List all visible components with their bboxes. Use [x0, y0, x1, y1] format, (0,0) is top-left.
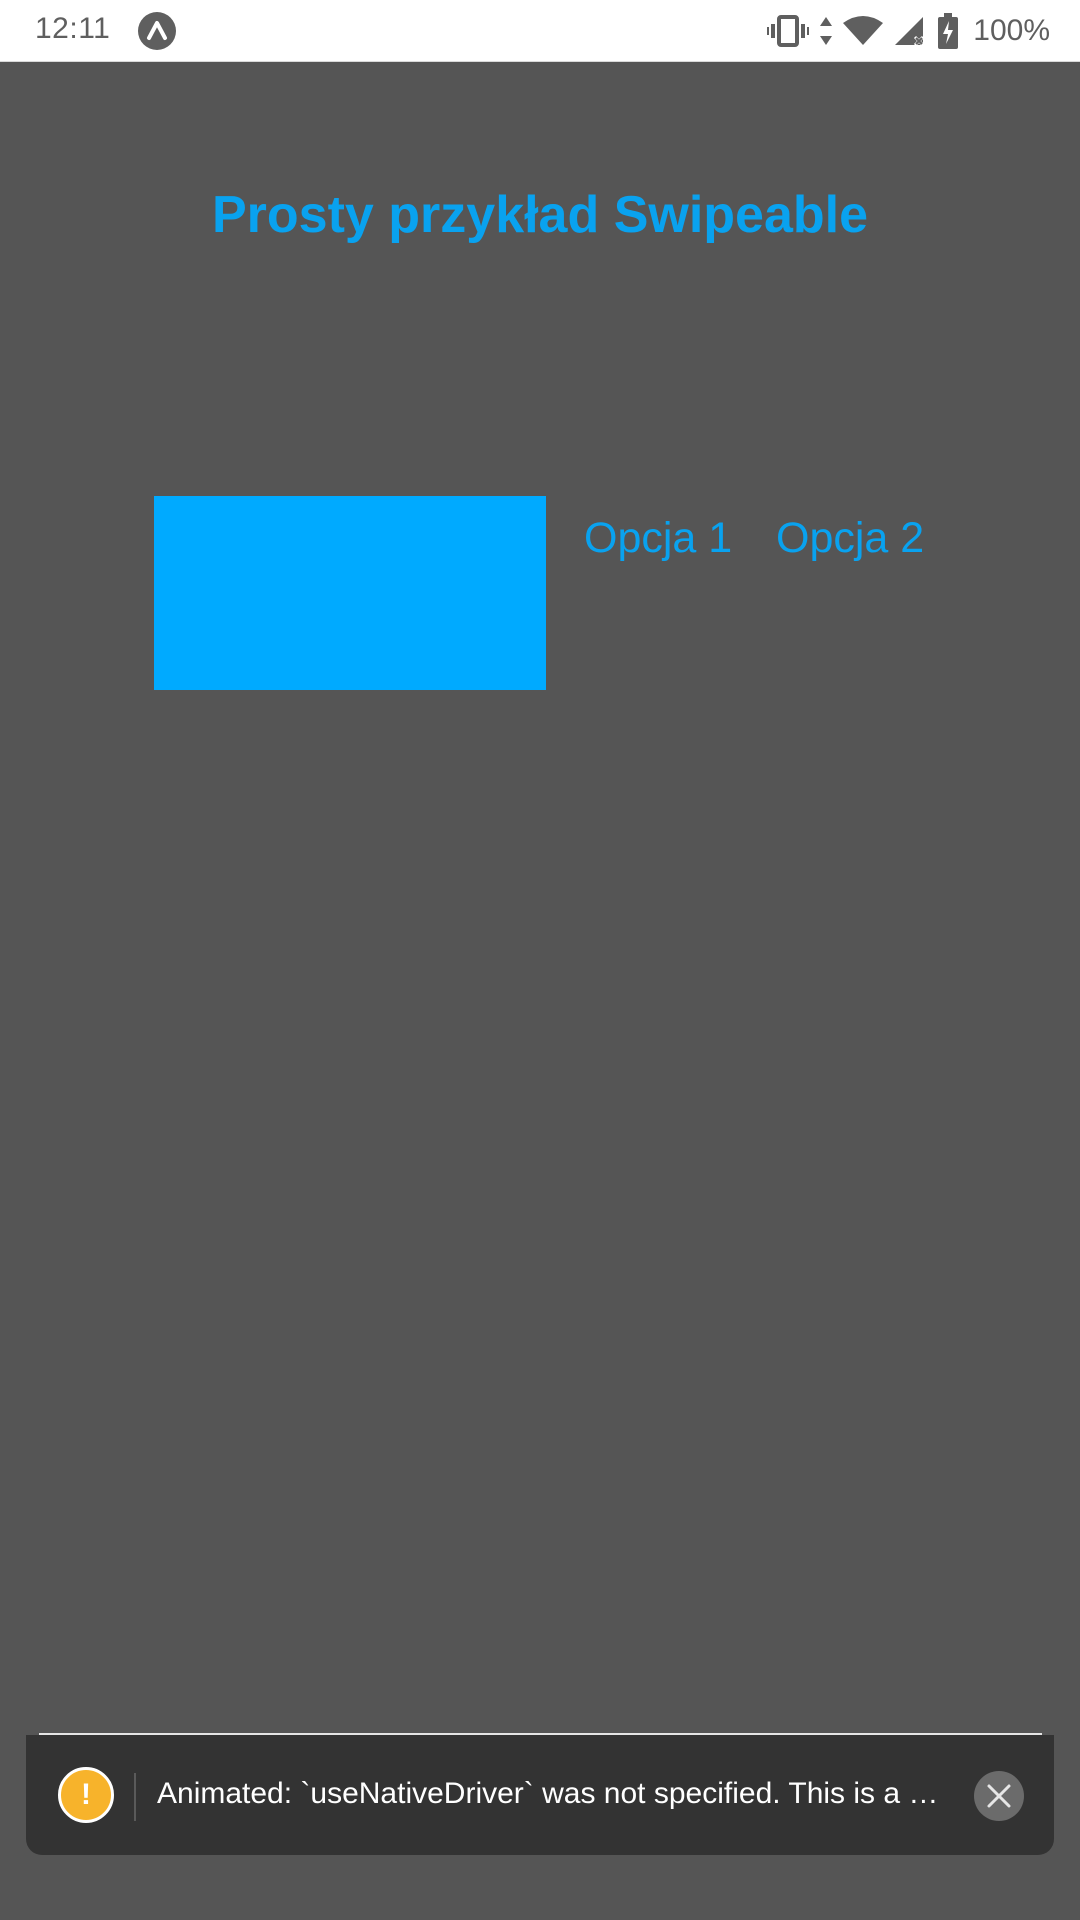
status-time: 12:11 [35, 12, 111, 45]
toast-separator [134, 1773, 136, 1821]
battery-charging-icon [938, 13, 959, 49]
expo-icon [138, 12, 176, 50]
cell-signal-icon [895, 17, 925, 47]
data-arrows-icon [820, 17, 833, 45]
vibrate-icon [767, 15, 810, 47]
close-icon [987, 1784, 1011, 1808]
swipeable-card[interactable] [154, 496, 546, 690]
status-bar: 12:11 100% [0, 0, 1080, 62]
status-icons: 100% [767, 10, 1050, 52]
warning-toast[interactable]: ! Animated: `useNativeDriver` was not sp… [26, 1735, 1054, 1855]
wifi-icon [843, 16, 884, 45]
toast-close-button[interactable] [974, 1771, 1024, 1821]
option-1-button[interactable]: Opcja 1 [584, 514, 732, 563]
option-2-button[interactable]: Opcja 2 [776, 514, 924, 563]
toast-message[interactable]: Animated: `useNativeDriver` was not spec… [157, 1777, 977, 1811]
warning-icon: ! [58, 1767, 114, 1823]
battery-percentage: 100% [973, 14, 1050, 47]
page-title: Prosty przykład Swipeable [211, 186, 869, 244]
